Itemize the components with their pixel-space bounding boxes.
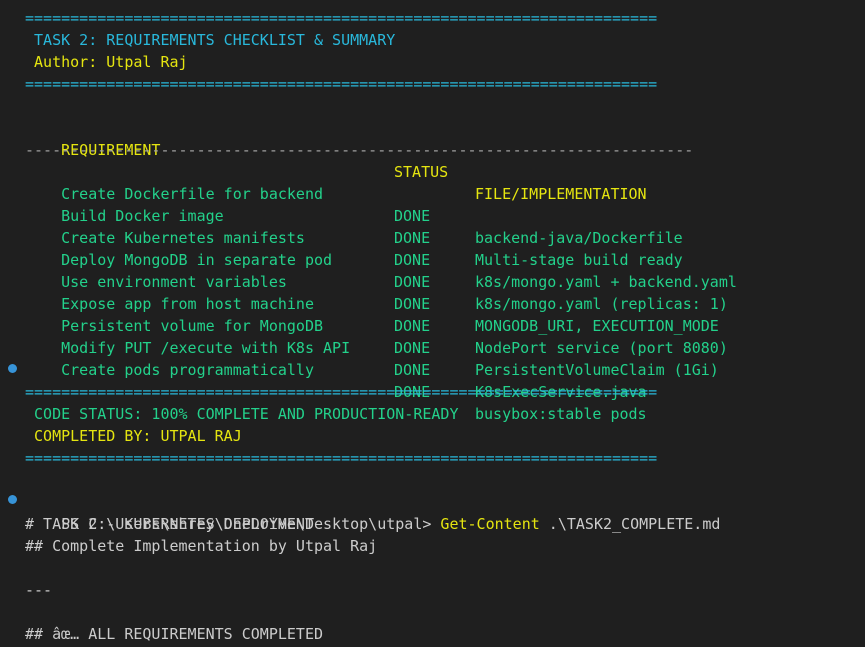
banner-author: Author: Utpal Raj — [25, 53, 188, 71]
banner-separator-top: ========================================… — [25, 9, 658, 27]
table-row: Modify PUT /execute with K8s API DONE K8… — [25, 315, 845, 401]
prompt-command: Get-Content — [440, 515, 540, 533]
prompt-argument: .\TASK2_COMPLETE.md — [539, 515, 721, 533]
row-status: DONE — [394, 361, 431, 379]
command-decoration-icon[interactable] — [8, 364, 17, 373]
summary-separator-top: ========================================… — [25, 383, 658, 401]
row-requirement: Create pods programmatically — [61, 361, 314, 379]
table-row: Expose app from host machine DONE NodePo… — [25, 271, 845, 357]
table-row: Deploy MongoDB in separate pod DONE k8s/… — [25, 227, 845, 313]
table-row: Create pods programmatically DONE busybo… — [25, 337, 845, 423]
table-row: Persistent volume for MongoDB DONE Persi… — [25, 293, 845, 379]
prompt-line[interactable]: PS C:\Users\shrey\OneDrive\Desktop\utpal… — [25, 491, 720, 533]
output-line: # TASK 2 - KUBERNETES DEPLOYMENT — [25, 515, 314, 533]
terminal-panel[interactable]: ========================================… — [0, 0, 865, 647]
command-decoration-icon[interactable] — [8, 495, 17, 504]
summary-code-status: CODE STATUS: 100% COMPLETE AND PRODUCTIO… — [25, 405, 459, 423]
banner-separator-bottom: ========================================… — [25, 75, 658, 93]
table-row: Create Dockerfile for backend DONE backe… — [25, 161, 845, 247]
table-row: Build Docker image DONE Multi-stage buil… — [25, 183, 845, 269]
row-file: busybox:stable pods — [475, 405, 647, 423]
summary-completed-by: COMPLETED BY: UTPAL RAJ — [25, 427, 242, 445]
summary-separator-bottom: ========================================… — [25, 449, 658, 467]
table-divider: ----------------------------------------… — [25, 141, 694, 159]
output-line: ## Complete Implementation by Utpal Raj — [25, 537, 378, 555]
output-line: --- — [25, 581, 53, 599]
table-row: Use environment variables DONE MONGODB_U… — [25, 249, 845, 335]
output-line: ## âœ… ALL REQUIREMENTS COMPLETED — [25, 625, 324, 643]
table-header: REQUIREMENT STATUS FILE/IMPLEMENTATION — [25, 117, 845, 203]
row-file: PersistentVolumeClaim (1Gi) — [475, 361, 719, 379]
table-row: Create Kubernetes manifests DONE k8s/mon… — [25, 205, 845, 291]
banner-title: TASK 2: REQUIREMENTS CHECKLIST & SUMMARY — [25, 31, 396, 49]
